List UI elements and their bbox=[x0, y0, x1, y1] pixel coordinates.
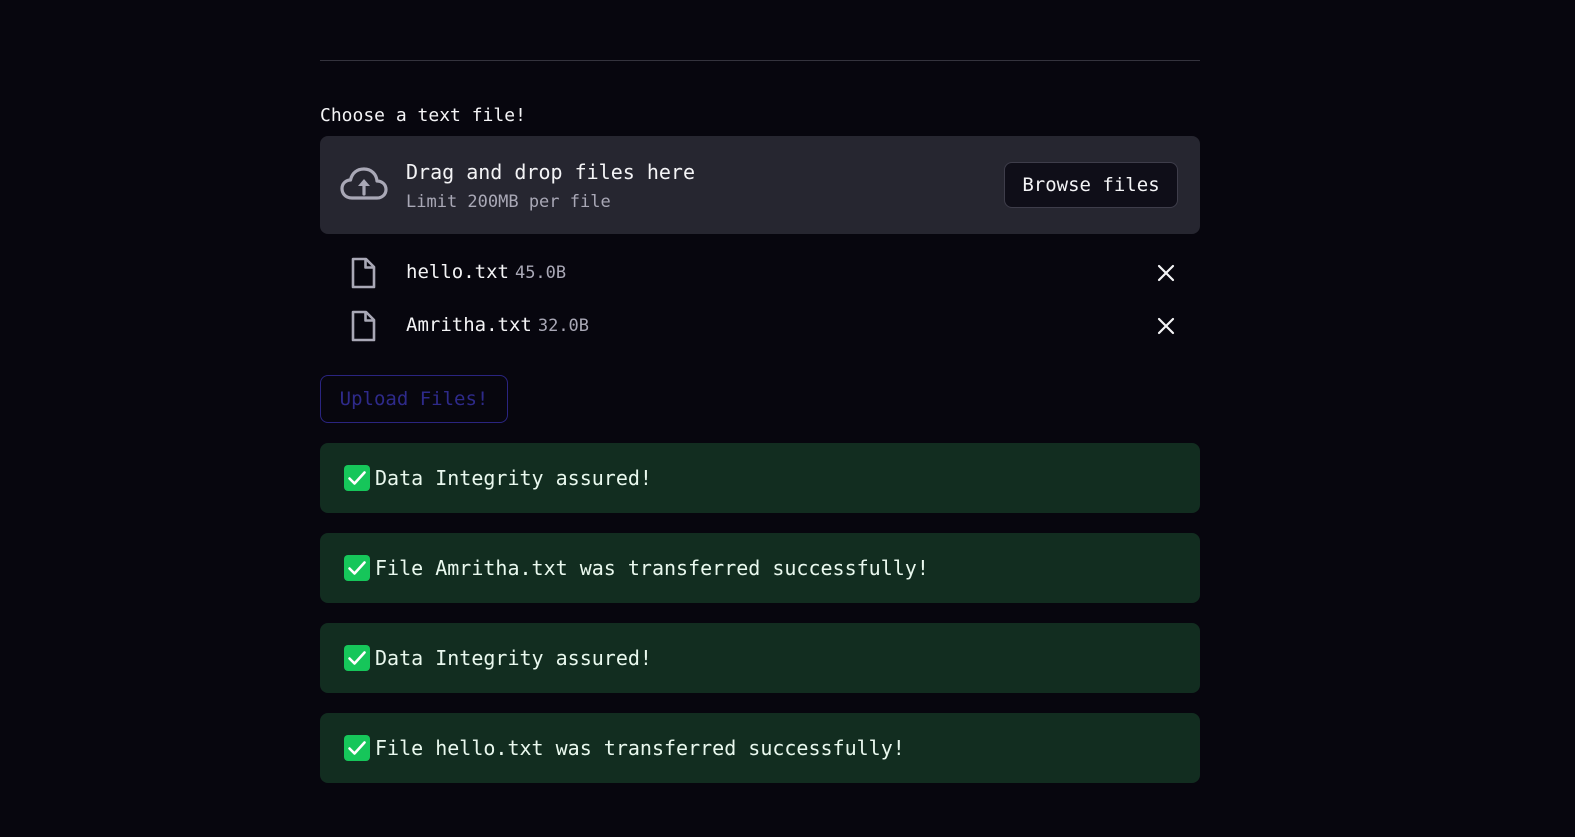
upload-files-button[interactable]: Upload Files! bbox=[320, 375, 508, 423]
dropzone-title: Drag and drop files here bbox=[406, 160, 695, 184]
file-item: hello.txt 45.0B bbox=[320, 253, 1200, 293]
dropzone-limit: Limit 200MB per file bbox=[406, 192, 611, 212]
alert-message: Data Integrity assured! bbox=[375, 646, 652, 670]
divider bbox=[320, 60, 1200, 61]
check-icon bbox=[344, 555, 370, 581]
success-alert: File Amritha.txt was transferred success… bbox=[320, 533, 1200, 603]
success-alert: Data Integrity assured! bbox=[320, 623, 1200, 693]
file-icon bbox=[351, 257, 376, 289]
success-alert: File hello.txt was transferred successfu… bbox=[320, 713, 1200, 783]
cloud-upload-icon bbox=[340, 167, 388, 200]
check-icon bbox=[344, 645, 370, 671]
check-icon bbox=[344, 465, 370, 491]
close-icon[interactable] bbox=[1156, 316, 1176, 336]
uploader-label: Choose a text file! bbox=[320, 105, 526, 126]
file-item: Amritha.txt 32.0B bbox=[320, 306, 1200, 346]
alert-message: File Amritha.txt was transferred success… bbox=[375, 556, 929, 580]
alert-message: Data Integrity assured! bbox=[375, 466, 652, 490]
close-icon[interactable] bbox=[1156, 263, 1176, 283]
file-size: 32.0B bbox=[537, 316, 590, 336]
file-icon bbox=[351, 310, 376, 342]
file-name: hello.txt 45.0B bbox=[406, 260, 566, 285]
file-name: Amritha.txt 32.0B bbox=[406, 313, 589, 338]
browse-files-button[interactable]: Browse files bbox=[1004, 162, 1178, 208]
file-dropzone[interactable]: Drag and drop files here Limit 200MB per… bbox=[320, 136, 1200, 234]
check-icon bbox=[344, 735, 370, 761]
file-size: 45.0B bbox=[514, 263, 567, 283]
success-alert: Data Integrity assured! bbox=[320, 443, 1200, 513]
alert-message: File hello.txt was transferred successfu… bbox=[375, 736, 905, 760]
file-name-text: hello.txt bbox=[406, 261, 509, 283]
file-name-text: Amritha.txt bbox=[406, 314, 532, 336]
